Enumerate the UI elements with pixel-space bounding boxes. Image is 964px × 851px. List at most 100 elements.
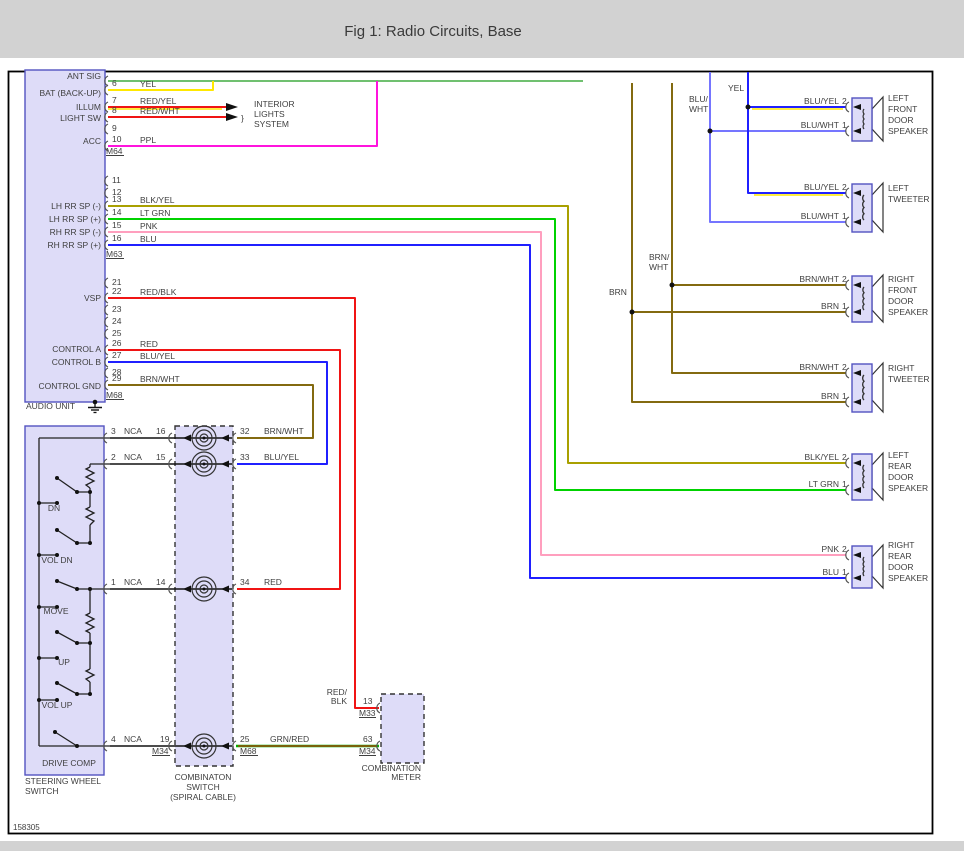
feed-label-brnw-2: WHT — [649, 262, 668, 272]
wire-label-red-wht: RED/WHT — [140, 106, 180, 116]
spk-name: SPEAKER — [888, 307, 928, 317]
wire-label-red-blk-2: BLK — [331, 696, 347, 706]
sws-pin-1: 1 — [111, 577, 116, 587]
spk-pin2: 2 — [842, 362, 847, 372]
pin-number: 27 — [112, 350, 122, 360]
wire-label-blk-yel: BLK/YEL — [140, 195, 175, 205]
pin-number: 7 — [112, 95, 117, 105]
connector-m34-sws: M34 — [152, 746, 169, 756]
spk-name: DOOR — [888, 472, 914, 482]
pin-number: 16 — [112, 233, 122, 243]
feed-label-blu-2: WHT — [689, 104, 708, 114]
spk-name: LEFT — [888, 183, 909, 193]
wire-label-yel: YEL — [140, 79, 156, 89]
spk-wire1: BRN — [821, 301, 839, 311]
brace: } — [241, 113, 244, 123]
spk-name: LEFT — [888, 93, 909, 103]
wire-label-red-yel: RED/YEL — [140, 96, 177, 106]
pin-number: 25 — [112, 328, 122, 338]
wire-label-brn-wht: BRN/WHT — [264, 426, 304, 436]
switch-label-dn: DN — [48, 503, 60, 513]
feed-label-yel: YEL — [728, 83, 744, 93]
spk-wire1: BRN — [821, 391, 839, 401]
pin-label-lh-rr-sp-pos: LH RR SP (+) — [49, 214, 101, 224]
spk-pin1: 1 — [842, 120, 847, 130]
spk-pin1: 1 — [842, 567, 847, 577]
spk-name: TWEETER — [888, 374, 930, 384]
pin-label-control-gnd: CONTROL GND — [39, 381, 102, 391]
pin-number: 6 — [112, 78, 117, 88]
spk-pin1: 1 — [842, 391, 847, 401]
wire-label-brn-wht: BRN/WHT — [140, 374, 180, 384]
combination-meter-box — [380, 693, 425, 764]
spk-name: REAR — [888, 461, 912, 471]
spk-wire1: BLU/WHT — [801, 120, 839, 130]
spiral-label-3: (SPIRAL CABLE) — [170, 792, 236, 802]
interior-lights-line2: LIGHTS — [254, 109, 285, 119]
spiral-pin-15: 15 — [156, 452, 166, 462]
spk-wire1: BLU — [822, 567, 839, 577]
wire-label-nca: NCA — [124, 577, 142, 587]
pin-number: 29 — [112, 373, 122, 383]
pin-number: 22 — [112, 286, 122, 296]
speaker-right-rear-door — [851, 543, 884, 590]
spiral-label-2: SWITCH — [186, 782, 220, 792]
switch-label-vol-dn: VOL DN — [41, 555, 72, 565]
spk-name: FRONT — [888, 104, 917, 114]
spk-pin2: 2 — [842, 274, 847, 284]
footer-band — [0, 841, 964, 851]
spk-name: TWEETER — [888, 194, 930, 204]
wire-label-grn-red: GRN/RED — [270, 734, 309, 744]
spk-name: RIGHT — [888, 274, 914, 284]
spiral-label-1: COMBINATON — [175, 772, 232, 782]
doc-number: 158305 — [13, 823, 40, 832]
spk-wire2: BRN/WHT — [799, 362, 839, 372]
wire-label-red-blk: RED/BLK — [140, 287, 177, 297]
pin-label-illum: ILLUM — [76, 102, 101, 112]
meter-pin-63: 63 — [363, 734, 373, 744]
sws-pin-4: 4 — [111, 734, 116, 744]
meter-pin-13: 13 — [363, 696, 373, 706]
figure-title: Fig 1: Radio Circuits, Base — [344, 23, 522, 40]
pin-label-control-b: CONTROL B — [52, 357, 102, 367]
spiral-pin-34: 34 — [240, 577, 250, 587]
wire-label-blu-yel: BLU/YEL — [140, 351, 175, 361]
pin-number: 10 — [112, 134, 122, 144]
spk-wire2: BLU/YEL — [804, 96, 839, 106]
spiral-pin-16: 16 — [156, 426, 166, 436]
pin-label-lh-rr-sp-neg: LH RR SP (-) — [51, 201, 101, 211]
spk-name: FRONT — [888, 285, 917, 295]
spk-wire1: BLU/WHT — [801, 211, 839, 221]
pin-number: 9 — [112, 123, 117, 133]
spiral-pin-33: 33 — [240, 452, 250, 462]
spiral-pin-32: 32 — [240, 426, 250, 436]
speaker-left-tweeter — [851, 181, 884, 234]
wire-label-nca: NCA — [124, 734, 142, 744]
wire-label-ppl: PPL — [140, 135, 156, 145]
spk-wire2: PNK — [822, 544, 840, 554]
connector-m63: M63 — [106, 249, 123, 259]
spk-wire2: BLU/YEL — [804, 182, 839, 192]
pin-label-light-sw: LIGHT SW — [60, 113, 101, 123]
speaker-right-front-door — [851, 273, 884, 324]
spiral-cable-box — [174, 425, 234, 767]
connector-m68-audio: M68 — [106, 390, 123, 400]
wire-label-red: RED — [140, 339, 158, 349]
spiral-pin-19: 19 — [160, 734, 170, 744]
wire-label-lt-grn: LT GRN — [140, 208, 170, 218]
spk-name: SPEAKER — [888, 573, 928, 583]
connector-m33: M33 — [359, 708, 376, 718]
spk-name: SPEAKER — [888, 126, 928, 136]
switch-label-drive-comp: DRIVE COMP — [42, 758, 96, 768]
spk-name: RIGHT — [888, 540, 914, 550]
pin-label-rh-rr-sp-neg: RH RR SP (-) — [50, 227, 101, 237]
sws-pin-3: 3 — [111, 426, 116, 436]
wire-label-blu: BLU — [140, 234, 157, 244]
spk-wire2: BRN/WHT — [799, 274, 839, 284]
steering-wheel-switch-box — [24, 425, 105, 776]
spk-wire1: LT GRN — [809, 479, 839, 489]
spk-pin2: 2 — [842, 452, 847, 462]
interior-lights-line3: SYSTEM — [254, 119, 289, 129]
pin-number: 15 — [112, 220, 122, 230]
spiral-pin-25: 25 — [240, 734, 250, 744]
